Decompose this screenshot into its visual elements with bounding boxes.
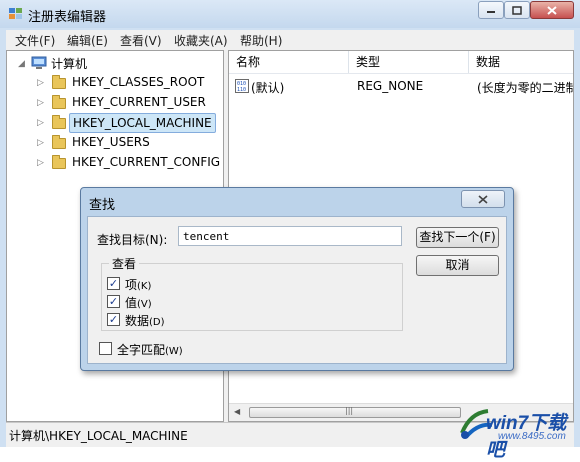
collapse-icon[interactable]: ◢ <box>18 59 25 69</box>
minimize-button[interactable] <box>478 1 504 19</box>
binary-value-icon: 010 110 <box>235 79 249 93</box>
svg-text:110: 110 <box>237 87 246 93</box>
value-name: (默认) <box>251 81 285 95</box>
column-type[interactable]: 类型 <box>349 51 469 73</box>
option-data-label: 数据(D) <box>125 314 165 328</box>
tree-item-hklm[interactable]: HKEY_LOCAL_MACHINE <box>69 113 216 133</box>
menu-help[interactable]: 帮助(H) <box>240 32 282 49</box>
expand-icon[interactable]: ▷ <box>37 78 44 88</box>
folder-icon <box>52 135 66 149</box>
tree-item-hkcc[interactable]: HKEY_CURRENT_CONFIG <box>72 155 220 169</box>
option-keys-checkbox[interactable]: ✓ <box>107 277 120 290</box>
find-next-button[interactable]: 查找下一个(F) <box>416 227 499 248</box>
cancel-button[interactable]: 取消 <box>416 255 499 276</box>
expand-icon[interactable]: ▷ <box>37 118 44 128</box>
value-type: REG_NONE <box>357 79 424 93</box>
menu-view[interactable]: 查看(V) <box>120 32 162 49</box>
table-row[interactable]: 010 110 (默认) REG_NONE (长度为零的二进制 <box>229 78 573 96</box>
find-what-label: 查找目标(N): <box>97 233 168 247</box>
status-path: 计算机\HKEY_LOCAL_MACHINE <box>9 429 188 443</box>
find-dialog: 查找 查找目标(N): 查找下一个(F) 取消 查看 ✓ 项(K) ✓ 值(V)… <box>80 187 514 371</box>
match-whole-checkbox[interactable] <box>99 342 112 355</box>
menu-file[interactable]: 文件(F) <box>15 32 55 49</box>
column-name[interactable]: 名称 <box>229 51 349 73</box>
title-bar: 注册表编辑器 <box>0 0 580 28</box>
expand-icon[interactable]: ▷ <box>37 98 44 108</box>
folder-icon <box>52 115 66 129</box>
close-button[interactable] <box>530 1 574 19</box>
find-what-input[interactable] <box>178 226 402 246</box>
value-data: (长度为零的二进制 <box>477 81 573 95</box>
menu-favorites[interactable]: 收藏夹(A) <box>174 32 228 49</box>
grip-icon: ||| <box>345 406 354 415</box>
option-values-checkbox[interactable]: ✓ <box>107 295 120 308</box>
menu-bar: 文件(F) 编辑(E) 查看(V) 收藏夹(A) 帮助(H) <box>6 30 574 50</box>
folder-icon <box>52 95 66 109</box>
maximize-button[interactable] <box>504 1 530 19</box>
option-values-label: 值(V) <box>125 296 152 310</box>
dialog-title: 查找 <box>89 198 116 213</box>
computer-icon <box>31 56 47 69</box>
regedit-icon <box>9 8 22 19</box>
expand-icon[interactable]: ▷ <box>37 158 44 168</box>
header-divider <box>229 73 573 74</box>
expand-icon[interactable]: ▷ <box>37 138 44 148</box>
watermark-url: www.8495.com <box>498 431 566 442</box>
look-at-label: 查看 <box>109 255 140 272</box>
dialog-body: 查找目标(N): 查找下一个(F) 取消 查看 ✓ 项(K) ✓ 值(V) ✓ … <box>87 216 507 364</box>
tree-item-hkcr[interactable]: HKEY_CLASSES_ROOT <box>72 75 204 89</box>
tree-root-computer[interactable]: 计算机 <box>51 55 87 72</box>
match-whole-label: 全字匹配(W) <box>117 343 183 357</box>
close-icon <box>547 5 557 15</box>
close-icon <box>478 194 488 204</box>
scrollbar-thumb[interactable]: ||| <box>249 406 461 418</box>
folder-icon <box>52 75 66 89</box>
option-keys-label: 项(K) <box>125 278 152 292</box>
minimize-icon <box>487 11 495 13</box>
maximize-icon <box>512 5 522 15</box>
window-title: 注册表编辑器 <box>28 10 107 25</box>
menu-edit[interactable]: 编辑(E) <box>67 32 108 49</box>
tree-item-hku[interactable]: HKEY_USERS <box>72 135 150 149</box>
scroll-left-icon[interactable]: ◀ <box>234 407 240 416</box>
dialog-close-button[interactable] <box>461 190 505 208</box>
column-data[interactable]: 数据 <box>469 51 573 73</box>
tree-item-hkcu[interactable]: HKEY_CURRENT_USER <box>72 95 206 109</box>
folder-icon <box>52 155 66 169</box>
option-data-checkbox[interactable]: ✓ <box>107 313 120 326</box>
